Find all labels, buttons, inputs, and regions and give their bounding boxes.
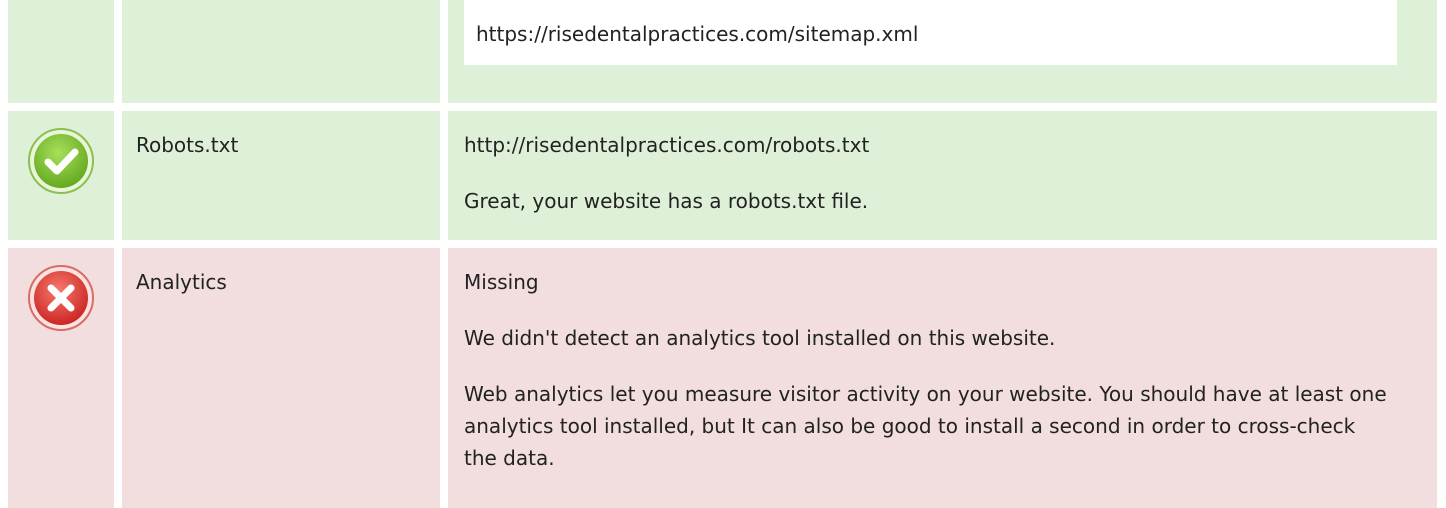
sitemap-url[interactable]: https://risedentalpractices.com/sitemap.… (464, 0, 1397, 65)
check-circle-icon (28, 128, 94, 194)
robots-url[interactable]: http://risedentalpractices.com/robots.tx… (464, 129, 1417, 161)
analytics-message: We didn't detect an analytics tool insta… (464, 326, 1056, 350)
sitemap-status-cell (8, 0, 114, 103)
analytics-label: Analytics (136, 270, 227, 294)
robots-message: Great, your website has a robots.txt fil… (464, 189, 869, 213)
robots-label: Robots.txt (136, 133, 239, 157)
robots-content-cell: http://risedentalpractices.com/robots.tx… (448, 111, 1437, 240)
x-circle-icon (28, 265, 94, 331)
sitemap-label-cell (122, 0, 440, 103)
robots-status-cell (8, 111, 114, 240)
analytics-status-cell (8, 248, 114, 508)
analytics-value: Missing (464, 270, 539, 294)
analytics-details: Web analytics let you measure visitor ac… (464, 382, 1387, 470)
robots-label-cell: Robots.txt (122, 111, 440, 240)
analytics-label-cell: Analytics (122, 248, 440, 508)
analytics-content-cell: Missing We didn't detect an analytics to… (448, 248, 1437, 508)
